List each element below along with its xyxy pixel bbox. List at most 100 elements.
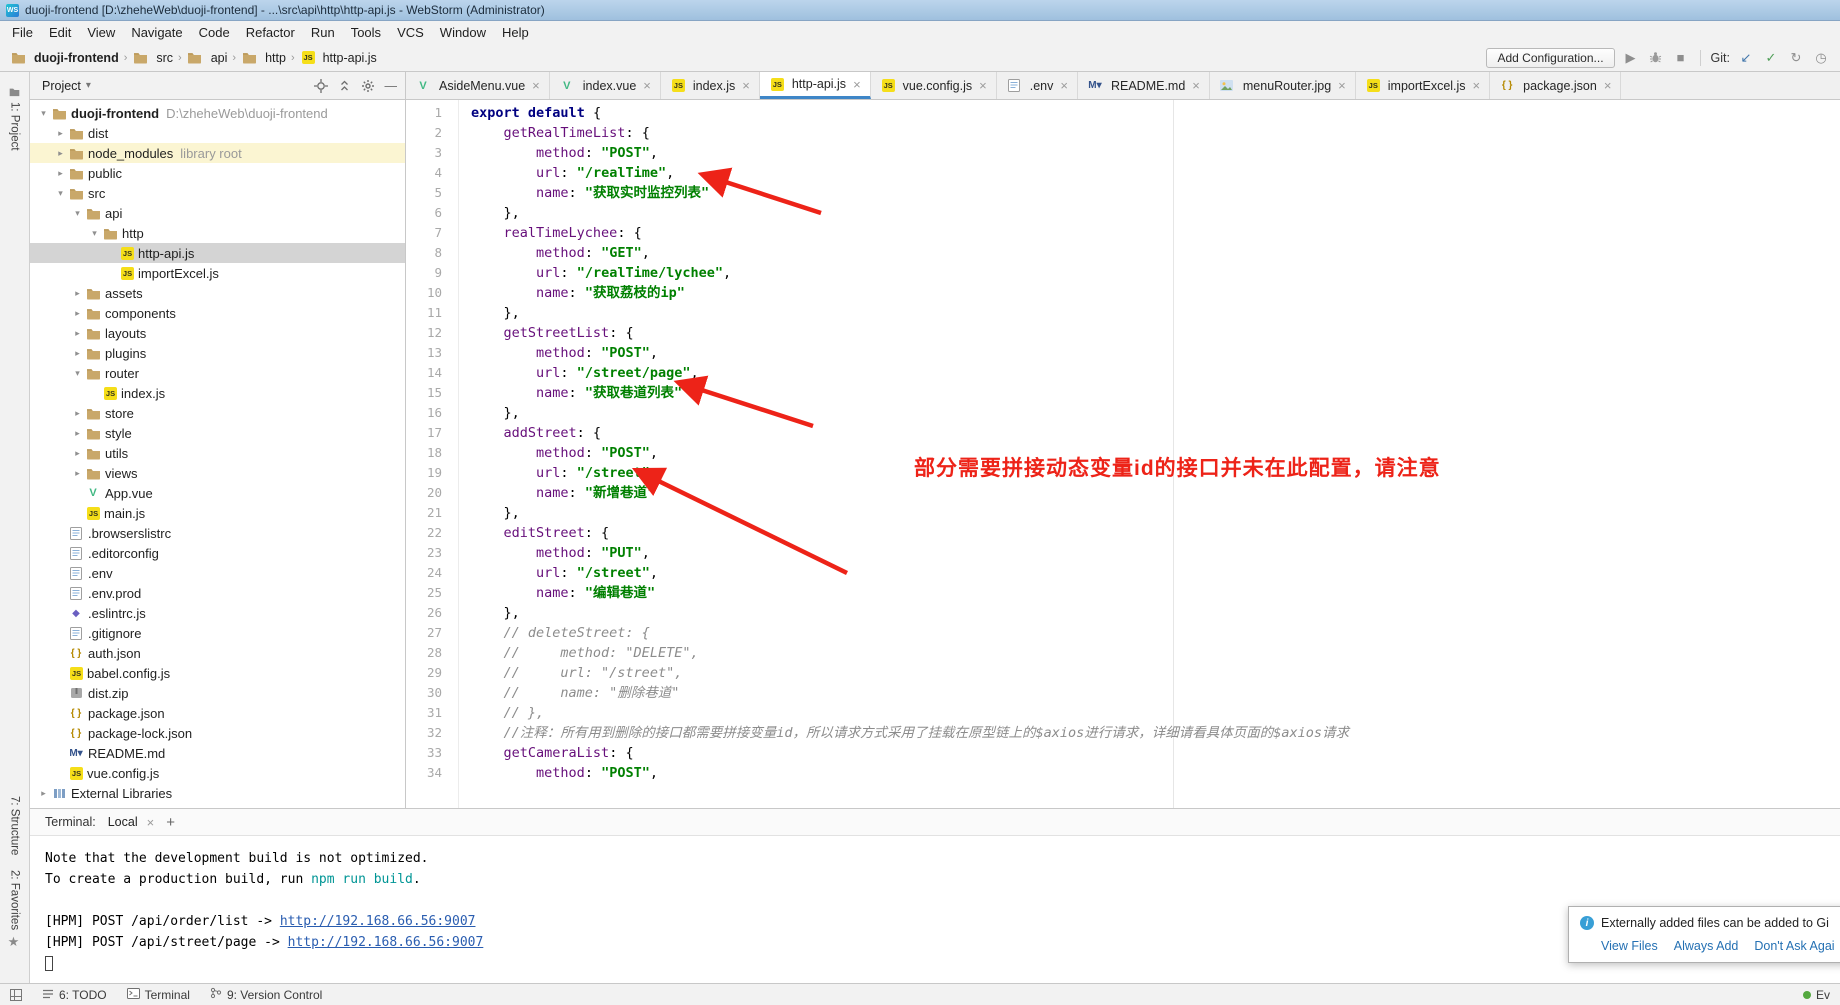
chevron-closed-icon[interactable]: ▸ [70,448,85,459]
line-number[interactable]: 5 [406,183,442,203]
tab-readme-md[interactable]: M▾README.md× [1078,72,1210,99]
tree-item-readme-md[interactable]: M▾README.md [30,743,405,763]
line-number[interactable]: 6 [406,203,442,223]
tree-item-api[interactable]: ▾api [30,203,405,223]
tree-item-public[interactable]: ▸public [30,163,405,183]
tree-item-dist[interactable]: ▸dist [30,123,405,143]
breadcrumb-api[interactable]: api [187,51,228,65]
commit-icon[interactable]: ✓ [1762,50,1780,66]
menu-window[interactable]: Window [432,23,494,42]
tree-item-editorconfig[interactable]: .editorconfig [30,543,405,563]
locate-file-icon[interactable] [314,79,328,93]
tree-item-package-json[interactable]: { }package.json [30,703,405,723]
notification-action-always-add[interactable]: Always Add [1674,939,1739,953]
chevron-down-icon[interactable]: ▾ [86,80,91,91]
tree-item-importexcel-js[interactable]: JSimportExcel.js [30,263,405,283]
close-icon[interactable]: × [1338,78,1346,93]
tab-index-vue[interactable]: Vindex.vue× [550,72,661,99]
collapse-all-icon[interactable] [338,79,351,92]
terminal-tab-local[interactable]: Local × [108,815,154,830]
tree-item-node-modules[interactable]: ▸node_moduleslibrary root [30,143,405,163]
line-number[interactable]: 19 [406,463,442,483]
hide-panel-icon[interactable]: — [385,79,398,93]
line-number[interactable]: 32 [406,723,442,743]
tree-item-app-vue[interactable]: VApp.vue [30,483,405,503]
tree-item-layouts[interactable]: ▸layouts [30,323,405,343]
tree-item-babel-config-js[interactable]: JSbabel.config.js [30,663,405,683]
breadcrumb-http[interactable]: http [241,51,286,65]
chevron-closed-icon[interactable]: ▸ [70,468,85,479]
line-number[interactable]: 16 [406,403,442,423]
line-number[interactable]: 17 [406,423,442,443]
chevron-closed-icon[interactable]: ▸ [53,168,68,179]
close-icon[interactable]: × [1604,78,1612,93]
tree-item-gitignore[interactable]: .gitignore [30,623,405,643]
line-number[interactable]: 23 [406,543,442,563]
tree-item-src[interactable]: ▾src [30,183,405,203]
line-number[interactable]: 33 [406,743,442,763]
tree-item-index-js[interactable]: JSindex.js [30,383,405,403]
line-number[interactable]: 12 [406,323,442,343]
tree-item-utils[interactable]: ▸utils [30,443,405,463]
line-number[interactable]: 10 [406,283,442,303]
tree-item-main-js[interactable]: JSmain.js [30,503,405,523]
settings-gear-icon[interactable] [361,79,375,93]
close-icon[interactable]: × [853,77,861,92]
tree-item-external-libraries[interactable]: ▸External Libraries [30,783,405,803]
line-number[interactable]: 1 [406,103,442,123]
tree-item-package-lock-json[interactable]: { }package-lock.json [30,723,405,743]
line-number[interactable]: 31 [406,703,442,723]
run-icon[interactable]: ▶ [1622,50,1640,66]
debug-icon[interactable] [1647,51,1665,64]
tab-importexcel-js[interactable]: JSimportExcel.js× [1356,72,1490,99]
tree-item-env-prod[interactable]: .env.prod [30,583,405,603]
tab-package-json[interactable]: { }package.json× [1490,72,1621,99]
tree-item-eslintrc-js[interactable]: ◆.eslintrc.js [30,603,405,623]
line-number[interactable]: 13 [406,343,442,363]
chevron-closed-icon[interactable]: ▸ [53,148,68,159]
chevron-open-icon[interactable]: ▾ [70,368,85,379]
line-number[interactable]: 28 [406,643,442,663]
breadcrumb-http-api-js[interactable]: JShttp-api.js [300,51,377,65]
line-number[interactable]: 14 [406,363,442,383]
menu-run[interactable]: Run [303,23,343,42]
menu-refactor[interactable]: Refactor [238,23,303,42]
line-number[interactable]: 21 [406,503,442,523]
close-icon[interactable]: × [1192,78,1200,93]
close-icon[interactable]: × [1060,78,1068,93]
breadcrumb-duoji-frontend[interactable]: duoji-frontend [10,51,119,65]
chevron-open-icon[interactable]: ▾ [87,228,102,239]
close-icon[interactable]: × [1473,78,1481,93]
tree-item-env[interactable]: .env [30,563,405,583]
menu-code[interactable]: Code [191,23,238,42]
tree-item-router[interactable]: ▾router [30,363,405,383]
chevron-closed-icon[interactable]: ▸ [70,408,85,419]
project-panel-title[interactable]: Project [42,79,81,93]
tool-window-project-button[interactable]: 1: Project [9,80,21,158]
chevron-closed-icon[interactable]: ▸ [70,328,85,339]
chevron-closed-icon[interactable]: ▸ [53,128,68,139]
code-editor[interactable]: 1export default {2 getRealTimeList: {3 m… [406,100,1840,808]
tree-item-vue-config-js[interactable]: JSvue.config.js [30,763,405,783]
tab-asidemenu-vue[interactable]: VAsideMenu.vue× [406,72,550,99]
line-number[interactable]: 7 [406,223,442,243]
breadcrumb-src[interactable]: src [132,51,173,65]
tree-item-plugins[interactable]: ▸plugins [30,343,405,363]
chevron-closed-icon[interactable]: ▸ [70,288,85,299]
menu-vcs[interactable]: VCS [389,23,432,42]
tool-window-structure-button[interactable]: 7: Structure [9,789,21,862]
tree-item-http[interactable]: ▾http [30,223,405,243]
line-number[interactable]: 22 [406,523,442,543]
line-number[interactable]: 18 [406,443,442,463]
tool-window-favorites-button[interactable]: 2: Favorites ★ [7,863,22,957]
close-icon[interactable]: × [532,78,540,93]
menu-help[interactable]: Help [494,23,537,42]
menu-tools[interactable]: Tools [343,23,389,42]
close-icon[interactable]: × [742,78,750,93]
tab-index-js[interactable]: JSindex.js× [661,72,760,99]
line-number[interactable]: 27 [406,623,442,643]
stop-icon[interactable]: ■ [1672,50,1690,65]
line-number[interactable]: 24 [406,563,442,583]
tab-menurouter-jpg[interactable]: menuRouter.jpg× [1210,72,1356,99]
chevron-closed-icon[interactable]: ▸ [70,428,85,439]
